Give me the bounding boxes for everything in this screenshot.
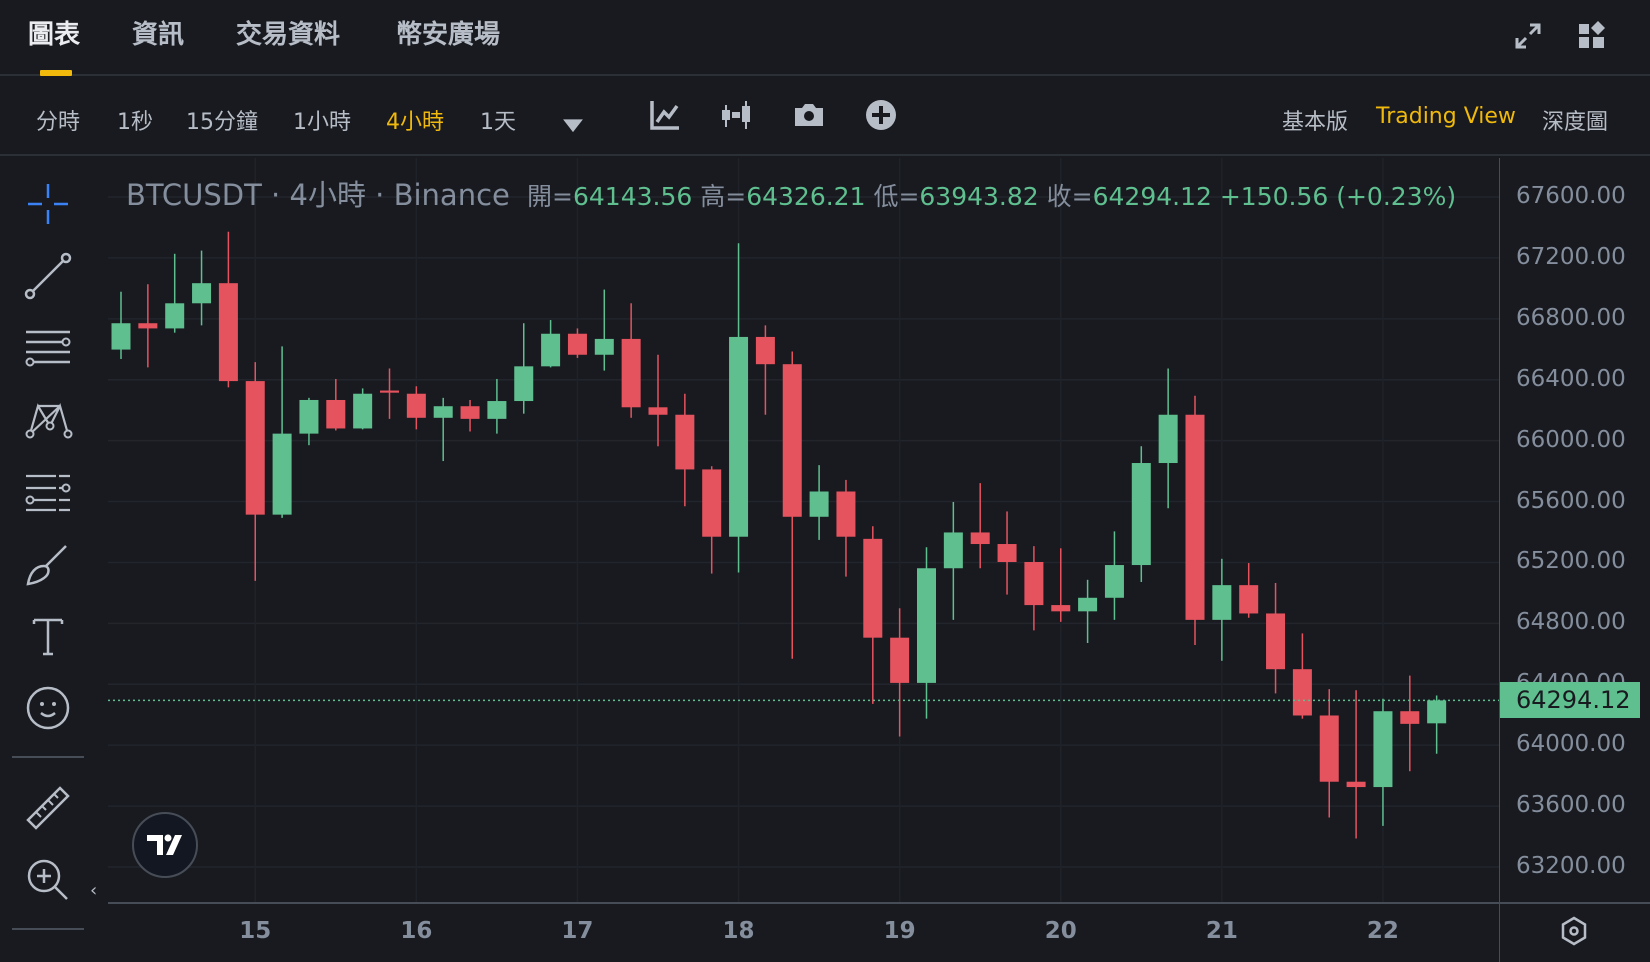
candle-up	[192, 283, 212, 304]
candle-down	[970, 532, 990, 545]
close-value: 64294.12	[1092, 182, 1212, 211]
candle-up	[1104, 565, 1124, 598]
low-value: 63943.82	[919, 182, 1039, 211]
price-tick-label: 66400.00	[1516, 365, 1626, 392]
candle-down	[245, 381, 265, 515]
candle-down	[782, 364, 802, 517]
close-label: 收=	[1046, 182, 1093, 211]
time-tick-label: 18	[722, 918, 755, 944]
candle-up	[487, 401, 507, 419]
time-tick-label: 19	[883, 918, 916, 944]
price-tick-label: 64800.00	[1516, 609, 1626, 636]
candle-up	[299, 399, 319, 434]
candle-down	[648, 407, 668, 415]
candle-up	[1373, 711, 1393, 788]
change-value: +150.56 (+0.23%)	[1219, 182, 1457, 211]
time-tick-label: 22	[1366, 918, 1399, 944]
candle-down	[1266, 613, 1286, 670]
candle-up	[1078, 597, 1098, 612]
candle-down	[702, 469, 722, 537]
time-tick-label: 17	[561, 918, 594, 944]
price-tick-label: 64000.00	[1516, 731, 1626, 758]
chart-legend: BTCUSDT · 4小時 · Binance 開=64143.56 高=643…	[126, 172, 1456, 214]
low-label: 低=	[873, 182, 920, 211]
candle-down	[326, 399, 346, 429]
price-tick-label: 67600.00	[1516, 183, 1626, 209]
candle-down	[1319, 715, 1339, 782]
high-value: 64326.21	[746, 182, 866, 211]
candlestick-chart[interactable]	[0, 0, 1650, 962]
price-tick-label: 63200.00	[1516, 853, 1626, 879]
time-tick-label: 15	[239, 918, 272, 944]
candle-down	[836, 491, 856, 537]
candle-up	[111, 323, 131, 350]
price-tick-label: 65600.00	[1516, 487, 1626, 514]
price-axis[interactable]: 67600.00 67200.00 66800.00 66400.00 66000.00…	[1499, 158, 1650, 962]
current-price-label: 64294.12	[1500, 682, 1640, 719]
candle-up	[943, 532, 963, 569]
price-tick-label: 65200.00	[1516, 548, 1626, 575]
candle-up	[541, 333, 561, 367]
candle-down	[675, 414, 695, 470]
candle-down	[406, 393, 426, 418]
time-tick-label: 16	[400, 918, 433, 944]
candle-up	[917, 568, 936, 683]
candle-up	[514, 366, 534, 402]
candle-down	[380, 390, 399, 393]
candle-down	[1024, 561, 1044, 606]
candle-down	[621, 338, 641, 408]
candle-up	[809, 491, 829, 517]
chart-settings-icon[interactable]	[1560, 916, 1588, 946]
price-tick-label: 63600.00	[1516, 792, 1626, 819]
time-tick-label: 21	[1205, 918, 1238, 944]
candle-up	[165, 303, 185, 329]
candle-down	[1400, 711, 1420, 724]
candle-down	[218, 283, 238, 382]
candle-up	[1158, 414, 1178, 464]
candle-down	[755, 336, 775, 365]
candle-up	[353, 393, 373, 429]
open-label: 開=	[527, 182, 573, 211]
tradingview-logo-icon[interactable]	[130, 810, 200, 880]
candle-up	[1131, 463, 1151, 566]
candle-down	[863, 538, 883, 638]
candle-up	[594, 338, 614, 355]
price-tick-label: 66800.00	[1516, 304, 1626, 331]
price-tick-label: 67200.00	[1516, 243, 1626, 270]
candle-down	[1051, 605, 1071, 612]
symbol-label[interactable]: BTCUSDT · 4小時 · Binance	[126, 178, 510, 212]
candle-up	[729, 336, 749, 537]
candle-down	[1292, 669, 1312, 716]
candle-down	[460, 406, 480, 419]
price-tick-label: 66000.00	[1516, 426, 1626, 453]
candle-down	[567, 333, 587, 355]
candle-down	[1239, 585, 1259, 614]
candle-down	[890, 637, 910, 683]
candle-up	[1212, 585, 1232, 620]
candle-down	[138, 323, 158, 329]
open-value: 64143.56	[573, 182, 693, 211]
candle-up	[272, 433, 292, 515]
candle-up	[1427, 700, 1447, 724]
candle-down	[1185, 414, 1205, 620]
candle-up	[433, 406, 453, 418]
candle-down	[1346, 781, 1366, 788]
time-tick-label: 20	[1044, 918, 1077, 944]
candle-down	[997, 544, 1017, 562]
high-label: 高=	[700, 182, 747, 211]
